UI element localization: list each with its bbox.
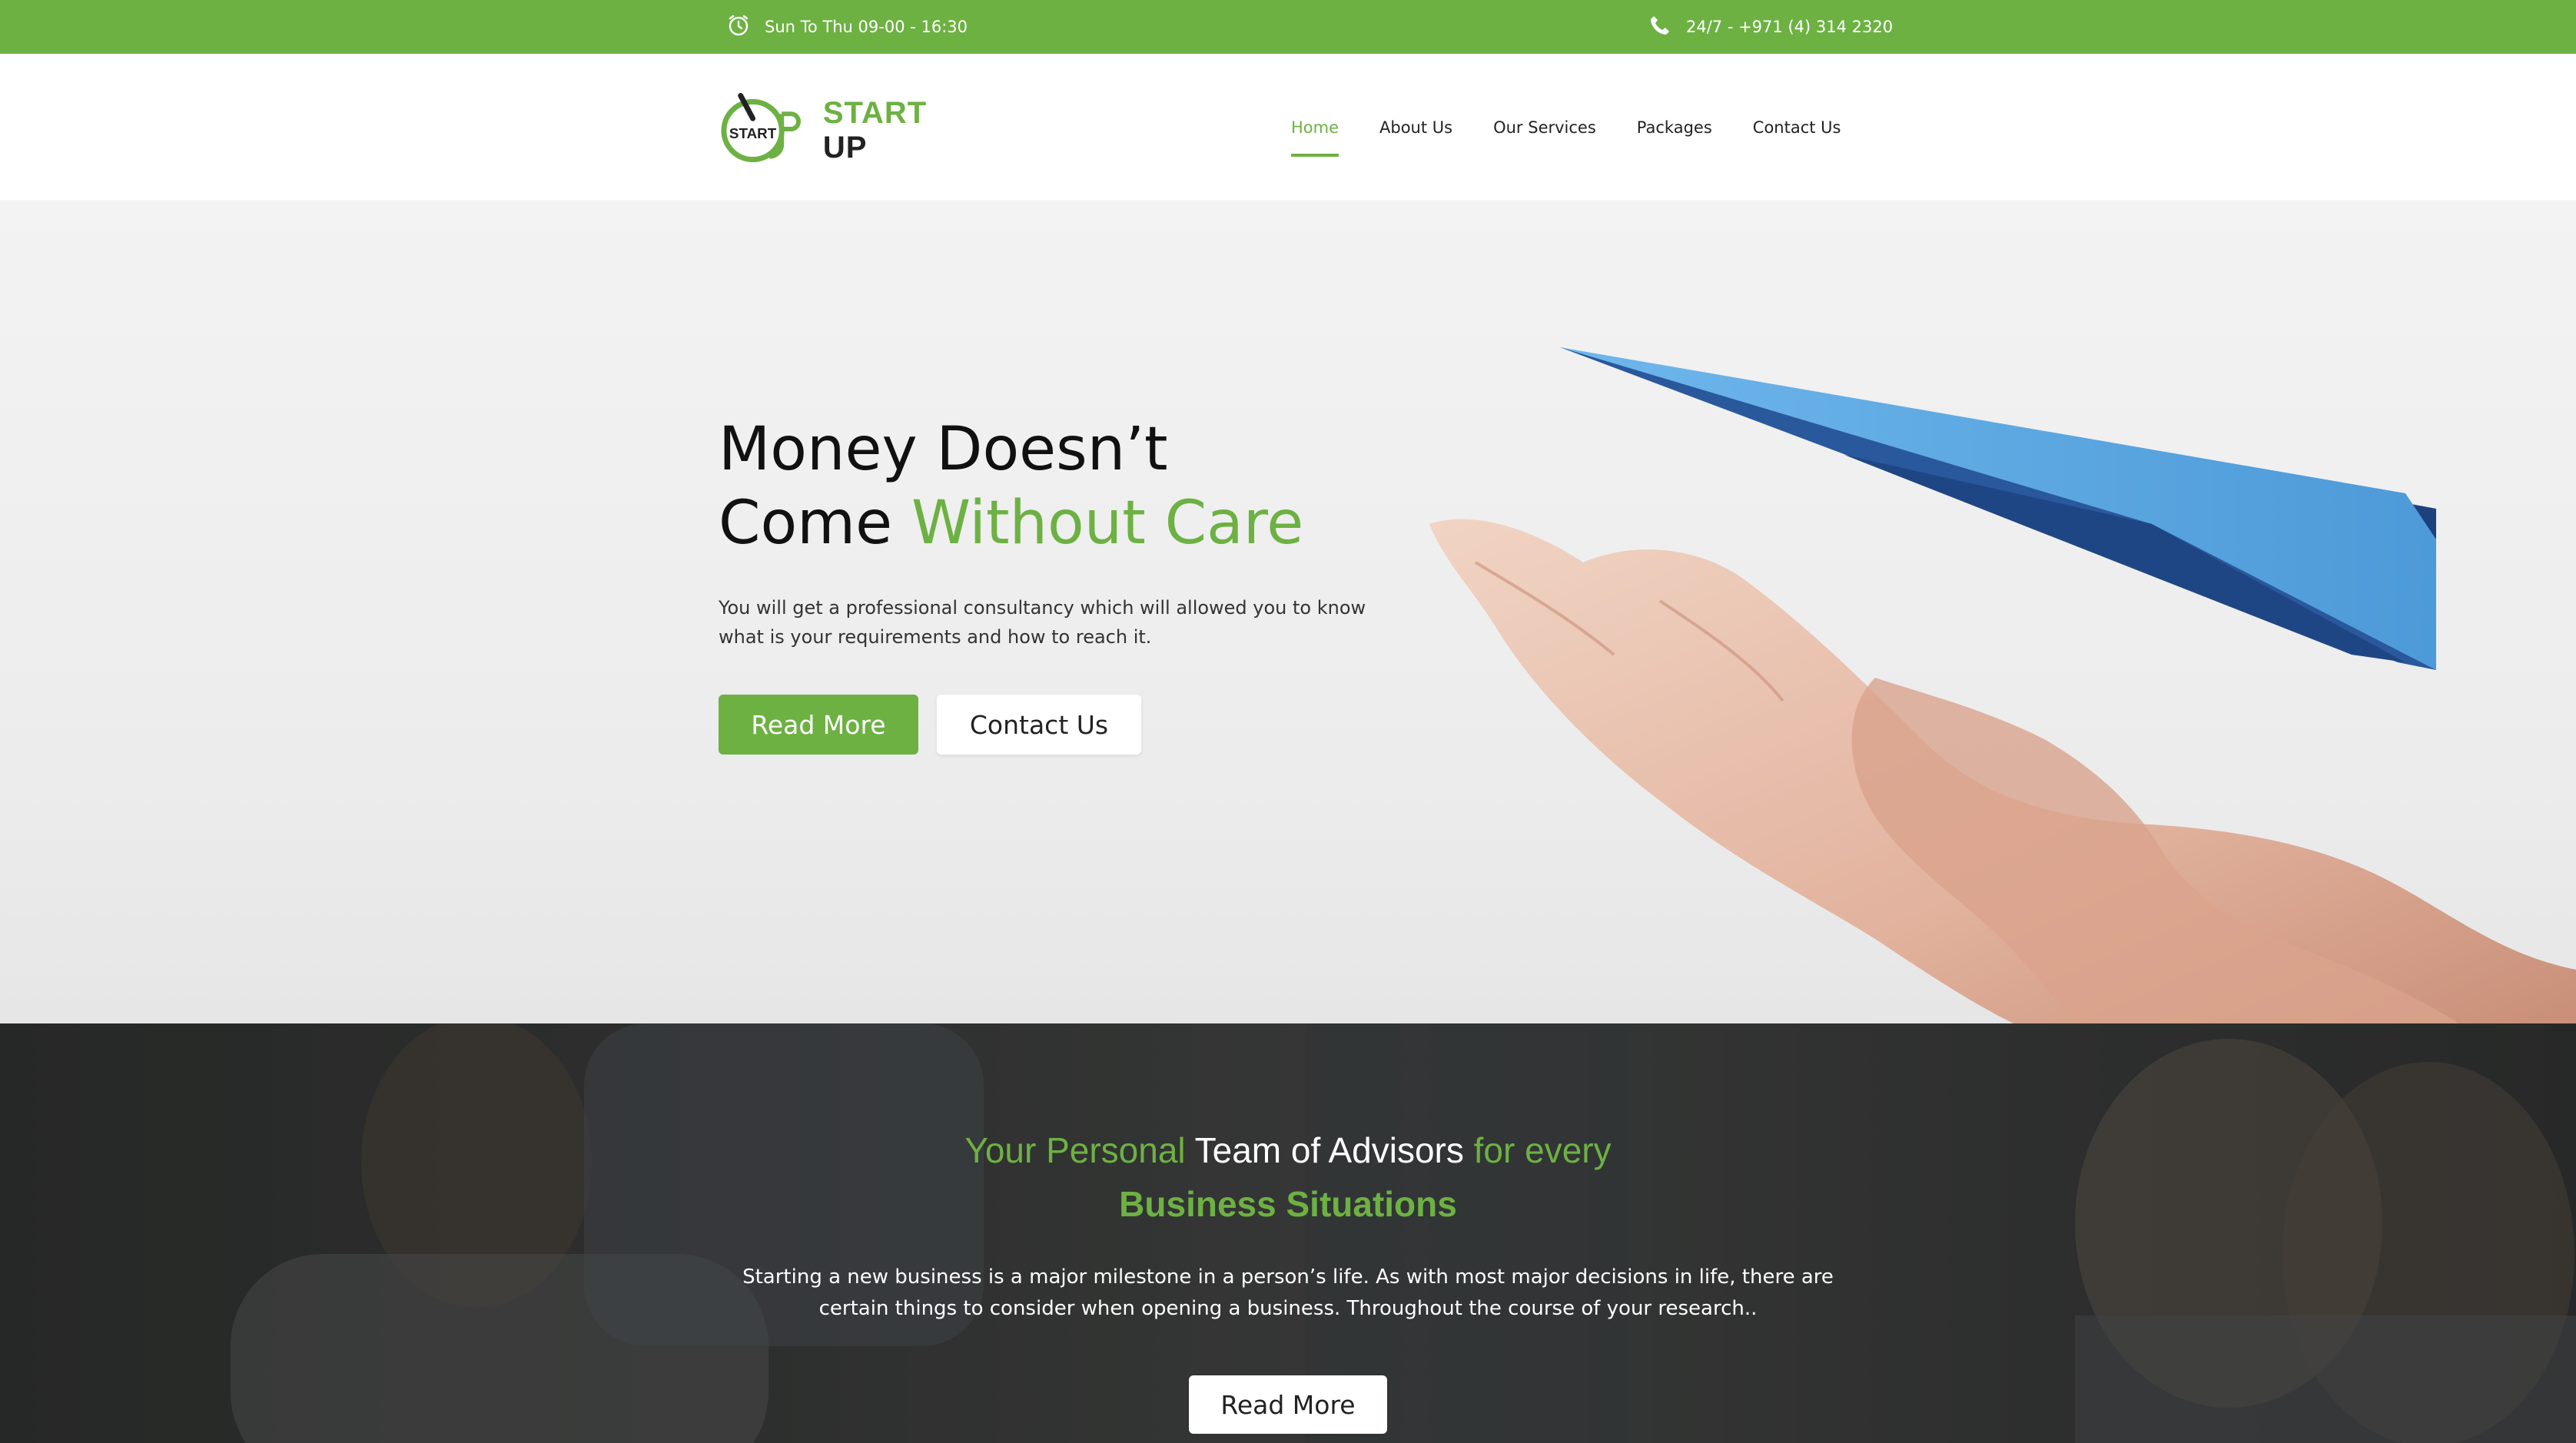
site-header: START START UP Home About Us Our Service…	[0, 54, 2576, 201]
hero-hand-paper-plane-image	[1429, 347, 2576, 1023]
advisors-title-line2: Business Situations	[0, 1183, 2576, 1225]
phone-icon	[1648, 13, 1672, 41]
brand-name-part1: START	[822, 96, 928, 130]
top-info-bar: Sun To Thu 09-00 - 16:30 24/7 - +971 (4)…	[0, 0, 2576, 54]
nav-item-about-us[interactable]: About Us	[1379, 109, 1452, 148]
nav-item-home[interactable]: Home	[1291, 109, 1339, 157]
site-logo[interactable]: START START UP	[718, 91, 979, 171]
startup-logo-mark: START	[721, 92, 801, 163]
brand-name: START UP	[823, 96, 979, 165]
hero-title-line2-plain: Come	[719, 489, 893, 558]
hero-section: Money Doesn’t Come Without Care You will…	[0, 201, 2576, 1023]
hero-read-more-button[interactable]: Read More	[719, 695, 918, 755]
advisors-title-line2-text: Business Situations	[1119, 1184, 1457, 1224]
hero-title-line1: Money Doesn’t	[719, 415, 1168, 484]
advisors-title-green1: Your Personal	[964, 1130, 1186, 1170]
hero-title: Money Doesn’t Come Without Care	[719, 413, 1303, 560]
phone-contact[interactable]: 24/7 - +971 (4) 314 2320	[1648, 14, 1893, 40]
advisors-section: Your Personal Team of Advisors for every…	[0, 1023, 2576, 1443]
advisors-description: Starting a new business is a major miles…	[742, 1266, 1834, 1320]
nav-item-packages[interactable]: Packages	[1637, 109, 1712, 148]
logo-mark-text: START	[729, 125, 777, 141]
hero-description: You will get a professional consultancy …	[719, 597, 1366, 648]
business-hours-text: Sun To Thu 09-00 - 16:30	[765, 18, 968, 36]
business-hours: Sun To Thu 09-00 - 16:30	[726, 14, 968, 40]
advisors-title-line1: Your Personal Team of Advisors for every	[0, 1130, 2576, 1171]
alarm-clock-icon	[726, 13, 751, 41]
hero-contact-us-button[interactable]: Contact Us	[937, 695, 1141, 755]
phone-text[interactable]: 24/7 - +971 (4) 314 2320	[1686, 18, 1893, 36]
nav-item-our-services[interactable]: Our Services	[1493, 109, 1596, 148]
advisors-title-white: Team of Advisors	[1194, 1130, 1464, 1170]
hero-title-line2-accent: Without Care	[911, 489, 1304, 558]
brand-name-part2: UP	[822, 131, 868, 164]
main-nav: Home About Us Our Services Packages Cont…	[1291, 109, 1841, 157]
nav-item-contact-us[interactable]: Contact Us	[1753, 109, 1841, 148]
advisors-read-more-button[interactable]: Read More	[1189, 1375, 1387, 1434]
advisors-title-green2: for every	[1473, 1130, 1612, 1170]
